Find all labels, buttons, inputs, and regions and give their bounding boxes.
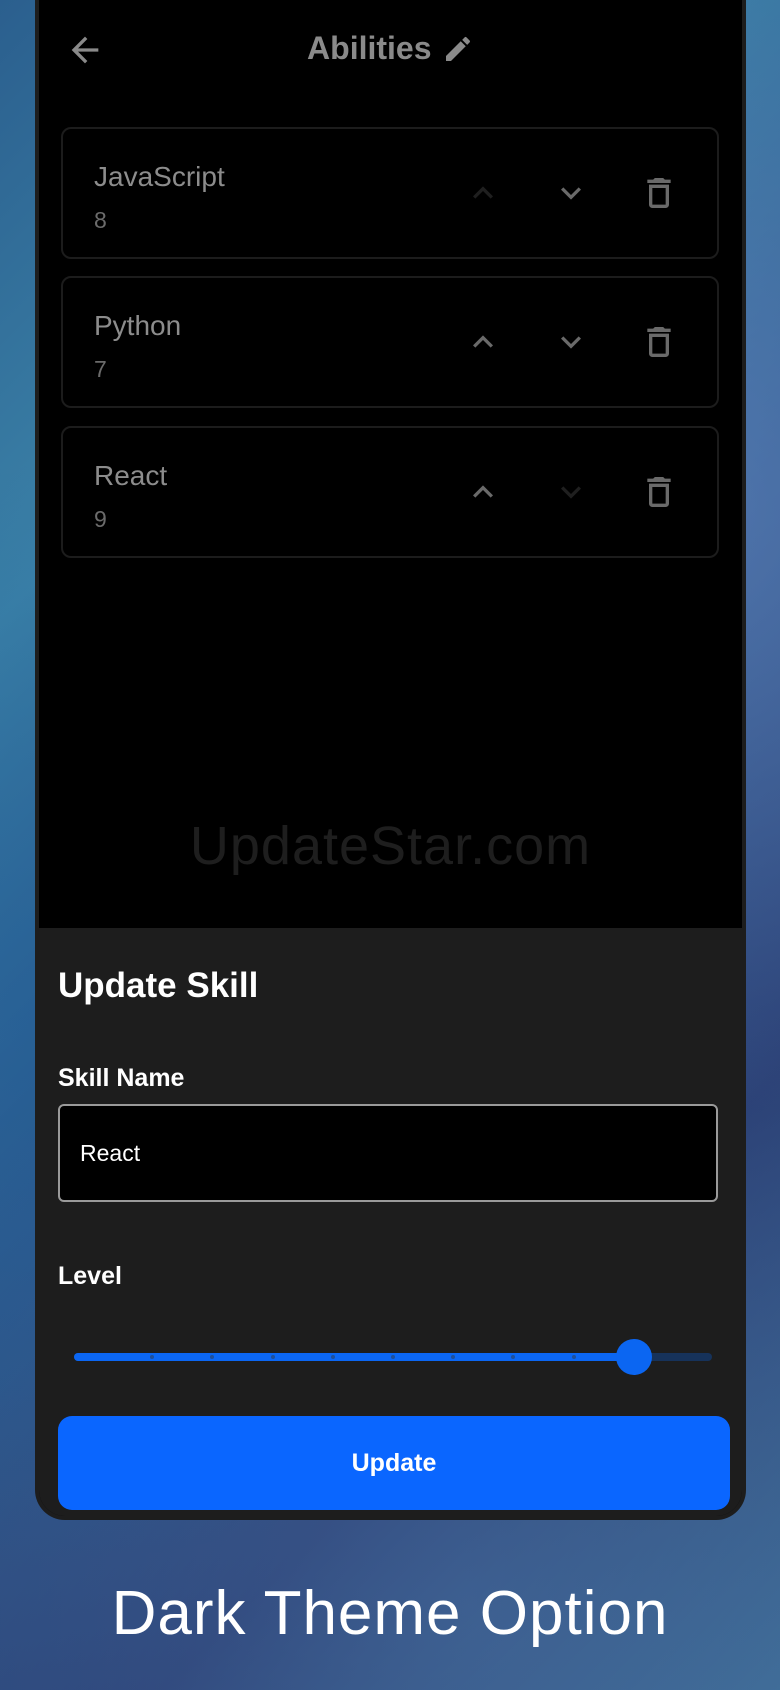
slider-track-fill [74, 1353, 634, 1361]
chevron-up-icon[interactable] [463, 173, 503, 213]
title-wrap: Abilities [39, 30, 742, 67]
skill-name-input[interactable] [58, 1104, 718, 1202]
trash-icon[interactable] [639, 472, 679, 512]
phone-screen: Abilities JavaScript 8 Python 7 React 9 … [39, 0, 742, 1516]
chevron-up-icon[interactable] [463, 472, 503, 512]
trash-icon[interactable] [639, 173, 679, 213]
update-button[interactable]: Update [58, 1416, 730, 1510]
chevron-up-icon[interactable] [463, 322, 503, 362]
skill-name: JavaScript [94, 161, 225, 192]
promo-caption: Dark Theme Option [111, 1579, 669, 1648]
pencil-icon[interactable] [442, 33, 474, 65]
skill-level: 7 [94, 356, 107, 382]
page-title: Abilities [307, 30, 432, 66]
skill-level: 8 [94, 207, 107, 233]
watermark: UpdateStar.com [189, 816, 592, 876]
chevron-down-icon[interactable] [551, 322, 591, 362]
slider-tick [391, 1355, 395, 1359]
skill-name: React [94, 460, 168, 491]
chevron-down-icon[interactable] [551, 472, 591, 512]
app-bar: Abilities [39, 0, 742, 100]
skill-name: Python [94, 310, 182, 341]
level-label: Level [58, 1262, 122, 1290]
slider-thumb[interactable] [615, 1339, 652, 1375]
skill-name-label: Skill Name [58, 1064, 185, 1092]
skill-level: 9 [94, 506, 107, 532]
level-slider[interactable] [74, 1327, 712, 1387]
slider-tick [571, 1355, 576, 1359]
sheet-title: Update Skill [58, 966, 259, 1005]
slider-tick [270, 1355, 275, 1359]
skill-card-javascript: JavaScript 8 [61, 127, 719, 259]
chevron-down-icon[interactable] [551, 173, 591, 213]
slider-tick [330, 1355, 335, 1359]
skill-card-python: Python 7 [61, 276, 719, 408]
skill-card-react: React 9 [61, 426, 719, 558]
trash-icon[interactable] [639, 322, 679, 362]
